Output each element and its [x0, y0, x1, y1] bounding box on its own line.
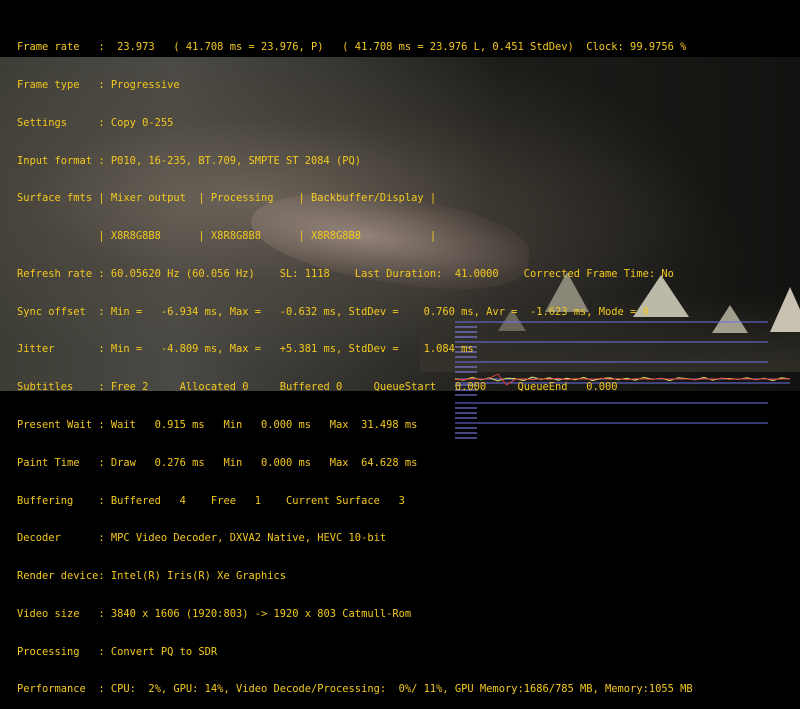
stat-surface-fmts-values: | X8R8G8B8 | X8R8G8B8 | X8R8G8B8 | — [17, 230, 437, 243]
stat-input-format: Input format : P010, 16-235, BT.709, SMP… — [17, 154, 362, 167]
stat-jitter: Jitter : Min = -4.809 ms, Max = +5.381 m… — [17, 343, 474, 356]
stat-frame-type: Frame type : Progressive — [17, 78, 180, 91]
stat-decoder: Decoder : MPC Video Decoder, DXVA2 Nativ… — [17, 532, 387, 545]
stat-render-device: Render device: Intel(R) Iris(R) Xe Graph… — [17, 570, 286, 583]
stat-refresh-rate: Refresh rate : 60.05620 Hz (60.056 Hz) S… — [17, 267, 674, 280]
stat-processing: Processing : Convert PQ to SDR — [17, 645, 218, 658]
stat-performance: Performance : CPU: 2%, GPU: 14%, Video D… — [17, 683, 693, 696]
stat-buffering: Buffering : Buffered 4 Free 1 Current Su… — [17, 494, 405, 507]
pyramid-object — [712, 305, 748, 333]
stat-surface-fmts: Surface fmts | Mixer output | Processing… — [17, 192, 437, 205]
stat-present-wait: Present Wait : Wait 0.915 ms Min 0.000 m… — [17, 419, 418, 431]
stat-sync-offset: Sync offset : Min = -6.934 ms, Max = -0.… — [17, 305, 649, 318]
stat-settings: Settings : Copy 0-255 — [17, 116, 174, 129]
stat-frame-rate: Frame rate : 23.973 ( 41.708 ms = 23.976… — [17, 41, 687, 54]
pyramid-object — [770, 287, 800, 332]
stat-paint-time: Paint Time : Draw 0.276 ms Min 0.000 ms … — [17, 456, 418, 469]
stat-subtitles: Subtitles : Free 2 Allocated 0 Buffered … — [17, 381, 618, 394]
stats-overlay: Frame rate : 23.973 ( 41.708 ms = 23.976… — [17, 16, 693, 709]
stat-video-size: Video size : 3840 x 1606 (1920:803) -> 1… — [17, 607, 412, 620]
